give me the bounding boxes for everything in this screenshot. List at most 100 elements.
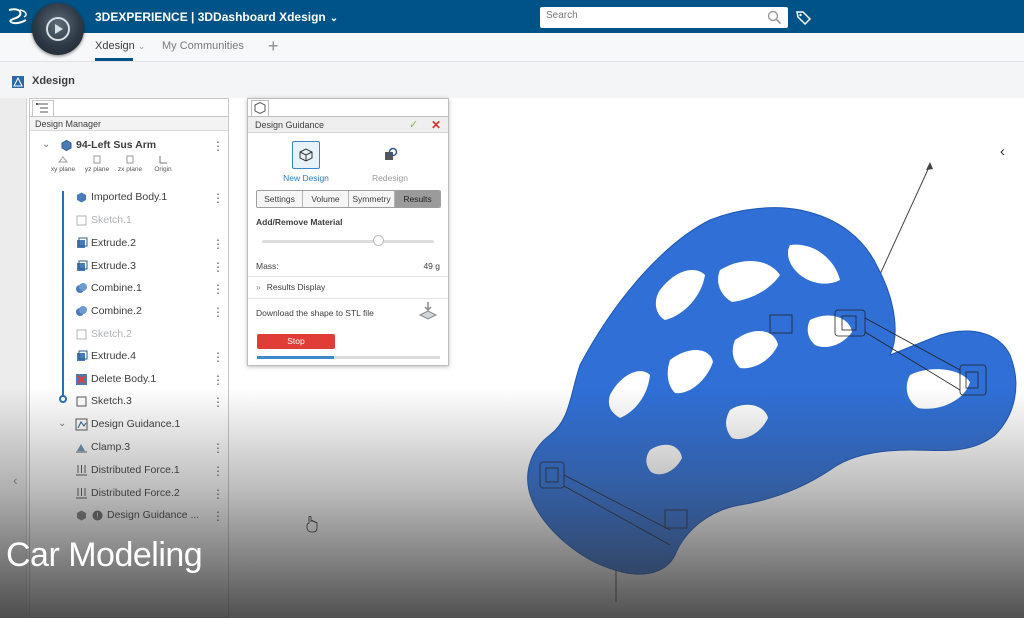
tab-symmetry[interactable]: Symmetry — [349, 191, 395, 207]
tree-item[interactable]: Extrude.2 — [75, 233, 136, 253]
item-menu-icon[interactable]: ⋮ — [212, 238, 224, 250]
tab-xdesign[interactable]: Xdesign ⌄ — [95, 40, 145, 52]
top-bar: 3DEXPERIENCE | 3DDashboard Xdesign ⌄ — [0, 0, 1024, 33]
tree-item[interactable]: Distributed Force.2 — [75, 483, 180, 503]
tree-item[interactable]: Clamp.3 — [75, 437, 130, 457]
expand-rail-chevron-icon[interactable]: ‹ — [13, 472, 18, 488]
design-guidance-tab-icon[interactable] — [251, 100, 269, 116]
design-guidance-icon — [75, 418, 88, 430]
tab-volume[interactable]: Volume — [303, 191, 349, 207]
video-caption: Car Modeling — [6, 536, 203, 574]
item-menu-icon[interactable]: ⋮ — [212, 306, 224, 318]
svg-text:!: ! — [96, 511, 98, 520]
collapse-caret-icon[interactable]: ⌄ — [42, 139, 50, 150]
root-menu-icon[interactable]: ⋮ — [212, 140, 224, 152]
expand-arrow-icon: » — [256, 282, 261, 292]
confirm-check-icon[interactable]: ✓ — [409, 118, 418, 131]
tab-bar: Xdesign ⌄ My Communities + — [0, 33, 1024, 62]
item-menu-icon[interactable]: ⋮ — [212, 488, 224, 500]
tree-item[interactable]: ! Design Guidance ... — [75, 505, 199, 525]
redesign-button[interactable]: Redesign — [360, 141, 420, 183]
item-menu-icon[interactable]: ⋮ — [212, 465, 224, 477]
tree-item[interactable]: Sketch.1 — [75, 210, 132, 230]
extrude-icon — [77, 350, 88, 361]
compass-play-icon[interactable] — [46, 17, 70, 41]
tree-item[interactable]: Sketch.3 — [75, 391, 132, 411]
design-guidance-panel: Design Guidance ✓ ✕ New Design Redesign … — [247, 98, 449, 366]
search-input[interactable] — [546, 10, 746, 21]
tag-icon[interactable] — [795, 9, 812, 26]
compass-icon[interactable] — [32, 3, 84, 55]
3d-model[interactable] — [470, 150, 1024, 618]
combine-icon — [76, 282, 87, 293]
item-menu-icon[interactable]: ⋮ — [212, 192, 224, 204]
active-tab-indicator — [95, 58, 133, 61]
origin-icon — [159, 156, 167, 164]
tree-item[interactable]: Extrude.3 — [75, 256, 136, 276]
item-menu-icon[interactable]: ⋮ — [212, 442, 224, 454]
material-slider-thumb[interactable] — [373, 235, 385, 246]
tab-my-communities[interactable]: My Communities — [162, 40, 244, 52]
timeline-marker[interactable] — [59, 395, 67, 403]
results-display-toggle[interactable]: » Results Display — [256, 282, 325, 292]
plane-xy[interactable]: xy plane — [48, 155, 78, 173]
plane-zx[interactable]: zx plane — [115, 155, 145, 173]
history-timeline — [62, 191, 64, 399]
tree-item[interactable]: Delete Body.1 — [75, 369, 156, 389]
extrude-icon — [77, 237, 88, 248]
item-menu-icon[interactable]: ⋮ — [212, 510, 224, 522]
tree-item[interactable]: Imported Body.1 — [75, 187, 167, 207]
item-menu-icon[interactable]: ⋮ — [212, 374, 224, 386]
tree-item[interactable]: Distributed Force.1 — [75, 460, 180, 480]
tree-item[interactable]: Design Guidance.1 — [75, 414, 180, 434]
mass-value: 49 g — [423, 261, 440, 271]
tree-item[interactable]: Combine.2 — [75, 301, 142, 321]
search-field[interactable] — [540, 7, 788, 28]
plane-icon — [58, 156, 68, 163]
new-design-icon — [292, 141, 320, 169]
xdesign-app-icon — [12, 76, 24, 88]
add-tab-icon[interactable]: + — [268, 36, 279, 57]
plane-yz[interactable]: yz plane — [82, 155, 112, 173]
sketch-icon — [76, 396, 87, 406]
tab-results[interactable]: Results — [395, 191, 440, 207]
item-menu-icon[interactable]: ⋮ — [212, 261, 224, 273]
extrude-icon — [77, 260, 88, 271]
sketch-icon — [76, 215, 87, 225]
app-header: Xdesign — [0, 62, 1024, 98]
part-icon — [77, 510, 86, 520]
distributed-force-icon — [76, 487, 87, 498]
tree-item[interactable]: Sketch.2 — [75, 324, 132, 344]
collapse-panel-chevron-icon[interactable]: ‹ — [1000, 143, 1005, 160]
tree-item[interactable]: Combine.1 — [75, 278, 142, 298]
tab-settings[interactable]: Settings — [257, 191, 303, 207]
progress-fill — [257, 356, 334, 359]
download-stl-icon[interactable] — [417, 301, 439, 323]
mass-label: Mass: — [256, 261, 279, 271]
material-slider-track[interactable] — [262, 240, 434, 243]
redesign-icon — [376, 141, 404, 169]
design-manager-tab-icon[interactable] — [32, 100, 54, 116]
expand-caret-icon[interactable]: ⌄ — [58, 418, 66, 429]
app-title[interactable]: 3DEXPERIENCE | 3DDashboard Xdesign ⌄ — [95, 10, 338, 24]
plane-icon — [93, 155, 101, 164]
distributed-force-icon — [76, 464, 87, 475]
tree-root[interactable]: 94-Left Sus Arm — [60, 135, 156, 155]
item-menu-icon[interactable]: ⋮ — [212, 351, 224, 363]
stop-button[interactable]: Stop — [257, 334, 335, 349]
close-icon[interactable]: ✕ — [431, 118, 441, 132]
search-icon[interactable] — [767, 10, 782, 25]
design-guidance-header: Design Guidance ✓ ✕ — [248, 116, 448, 133]
plane-origin[interactable]: Origin — [148, 155, 178, 173]
item-menu-icon[interactable]: ⋮ — [212, 283, 224, 295]
new-design-button[interactable]: New Design — [276, 141, 336, 183]
imported-body-icon — [77, 192, 86, 202]
dassault-logo-icon[interactable] — [6, 6, 30, 28]
divider — [248, 298, 448, 299]
chevron-down-icon[interactable]: ⌄ — [330, 13, 338, 24]
tree-item[interactable]: Extrude.4 — [75, 346, 136, 366]
design-guidance-title: Design Guidance — [255, 120, 325, 130]
item-menu-icon[interactable]: ⋮ — [212, 396, 224, 408]
combine-icon — [76, 305, 87, 316]
delete-body-icon — [76, 373, 87, 385]
